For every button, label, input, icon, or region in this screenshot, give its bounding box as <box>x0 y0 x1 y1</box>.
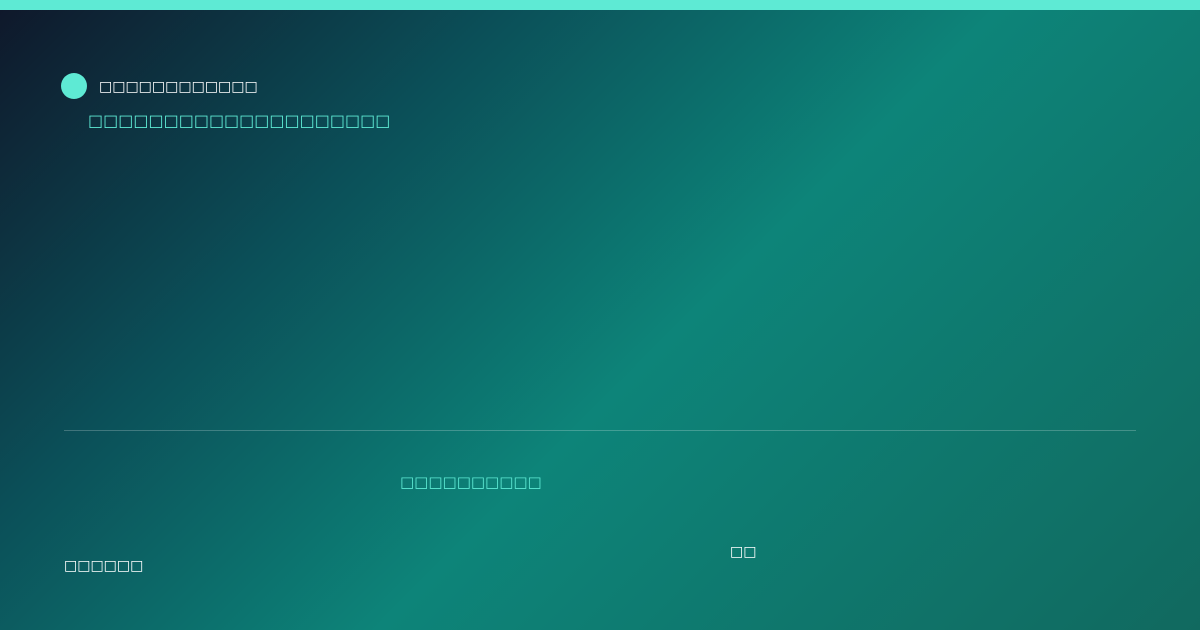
tagline: □□□□□□□□□□ <box>400 473 542 491</box>
footer-right-text: □□ <box>730 544 757 560</box>
subtitle: □□□□□□□□□□□□□□□□□□□□ <box>88 111 391 130</box>
divider <box>64 430 1136 431</box>
brand-name: □□□□□□□□□□□□ <box>99 79 258 95</box>
top-accent-bar <box>0 0 1200 10</box>
footer-left-text: □□□□□□ <box>64 558 144 574</box>
brand-logo-dot <box>61 73 87 99</box>
